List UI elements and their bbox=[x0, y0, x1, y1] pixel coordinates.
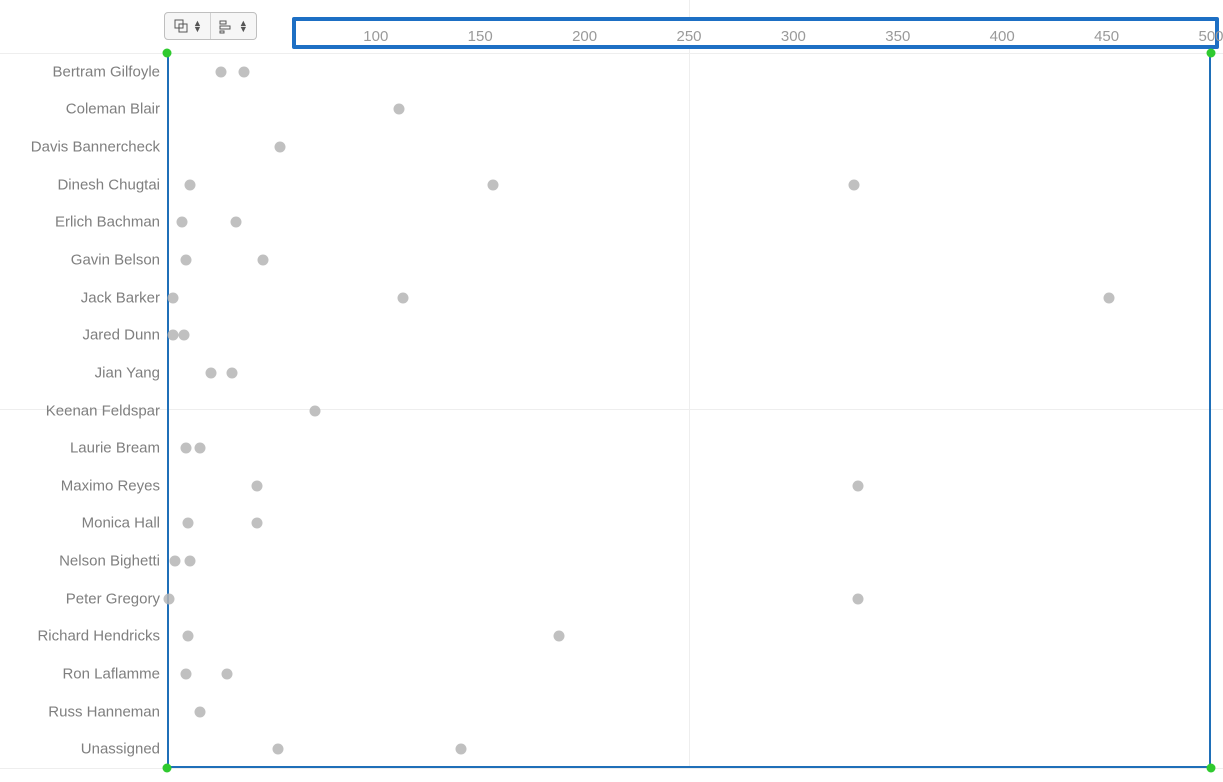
selection-handle-bl[interactable] bbox=[163, 764, 172, 773]
data-point[interactable] bbox=[170, 556, 181, 567]
data-point[interactable] bbox=[554, 631, 565, 642]
y-tick-davis-bannercheck: Davis Bannercheck bbox=[31, 139, 160, 156]
data-point[interactable] bbox=[310, 405, 321, 416]
selection-handle-tr[interactable] bbox=[1207, 49, 1216, 58]
y-tick-nelson-bighetti: Nelson Bighetti bbox=[59, 553, 160, 570]
data-point[interactable] bbox=[487, 179, 498, 190]
y-tick-jared-dunn: Jared Dunn bbox=[82, 327, 160, 344]
y-tick-richard-hendricks: Richard Hendricks bbox=[37, 628, 160, 645]
data-point[interactable] bbox=[195, 443, 206, 454]
y-tick-jack-barker: Jack Barker bbox=[81, 289, 160, 306]
caret-icon: ▲▼ bbox=[193, 20, 202, 32]
data-point[interactable] bbox=[176, 217, 187, 228]
x-tick-350: 350 bbox=[885, 28, 910, 45]
x-tick-100: 100 bbox=[363, 28, 388, 45]
y-tick-laurie-bream: Laurie Bream bbox=[70, 440, 160, 457]
y-tick-gavin-belson: Gavin Belson bbox=[71, 251, 160, 268]
data-point[interactable] bbox=[164, 593, 175, 604]
data-point[interactable] bbox=[168, 292, 179, 303]
y-tick-jian-yang: Jian Yang bbox=[95, 364, 160, 381]
data-point[interactable] bbox=[251, 480, 262, 491]
data-point[interactable] bbox=[853, 480, 864, 491]
data-point[interactable] bbox=[848, 179, 859, 190]
data-point[interactable] bbox=[251, 518, 262, 529]
data-point[interactable] bbox=[180, 443, 191, 454]
data-point[interactable] bbox=[272, 744, 283, 755]
y-tick-russ-hanneman: Russ Hanneman bbox=[48, 703, 160, 720]
data-point[interactable] bbox=[230, 217, 241, 228]
x-tick-300: 300 bbox=[781, 28, 806, 45]
data-point[interactable] bbox=[257, 254, 268, 265]
selection-handle-tl[interactable] bbox=[163, 49, 172, 58]
data-point[interactable] bbox=[1103, 292, 1114, 303]
data-point[interactable] bbox=[226, 367, 237, 378]
data-point[interactable] bbox=[180, 254, 191, 265]
x-tick-200: 200 bbox=[572, 28, 597, 45]
x-tick-500: 500 bbox=[1198, 28, 1223, 45]
data-point[interactable] bbox=[178, 330, 189, 341]
y-tick-bertram-gilfoyle: Bertram Gilfoyle bbox=[52, 63, 160, 80]
y-tick-maximo-reyes: Maximo Reyes bbox=[61, 477, 160, 494]
y-tick-ron-laflamme: Ron Laflamme bbox=[62, 665, 160, 682]
data-point[interactable] bbox=[222, 668, 233, 679]
x-tick-450: 450 bbox=[1094, 28, 1119, 45]
data-point[interactable] bbox=[182, 631, 193, 642]
plot-area[interactable] bbox=[167, 53, 1211, 768]
data-point[interactable] bbox=[397, 292, 408, 303]
caret-icon: ▲▼ bbox=[239, 20, 248, 32]
data-point[interactable] bbox=[168, 330, 179, 341]
y-tick-erlich-bachman: Erlich Bachman bbox=[55, 214, 160, 231]
y-tick-unassigned: Unassigned bbox=[81, 741, 160, 758]
layers-dropdown[interactable]: ▲▼ bbox=[165, 13, 211, 39]
selection-handle-br[interactable] bbox=[1207, 764, 1216, 773]
pill-toolbar: ▲▼ ▲▼ bbox=[164, 12, 257, 40]
y-tick-keenan-feldspar: Keenan Feldspar bbox=[46, 402, 160, 419]
data-point[interactable] bbox=[274, 142, 285, 153]
y-tick-dinesh-chugtai: Dinesh Chugtai bbox=[57, 176, 160, 193]
y-tick-peter-gregory: Peter Gregory bbox=[66, 590, 160, 607]
data-point[interactable] bbox=[393, 104, 404, 115]
data-point[interactable] bbox=[205, 367, 216, 378]
vgrid-250 bbox=[689, 0, 690, 766]
data-point[interactable] bbox=[456, 744, 467, 755]
data-point[interactable] bbox=[184, 556, 195, 567]
x-axis-selection[interactable] bbox=[292, 17, 1219, 49]
data-point[interactable] bbox=[182, 518, 193, 529]
data-point[interactable] bbox=[180, 668, 191, 679]
bar-chart-icon bbox=[219, 18, 235, 34]
hgrid bbox=[0, 768, 1223, 769]
y-tick-monica-hall: Monica Hall bbox=[82, 515, 160, 532]
x-tick-250: 250 bbox=[676, 28, 701, 45]
data-point[interactable] bbox=[853, 593, 864, 604]
data-point[interactable] bbox=[239, 66, 250, 77]
data-point[interactable] bbox=[184, 179, 195, 190]
x-tick-400: 400 bbox=[990, 28, 1015, 45]
data-point[interactable] bbox=[216, 66, 227, 77]
x-tick-150: 150 bbox=[468, 28, 493, 45]
barchart-dropdown[interactable]: ▲▼ bbox=[211, 13, 256, 39]
y-tick-coleman-blair: Coleman Blair bbox=[66, 101, 160, 118]
layers-icon bbox=[173, 18, 189, 34]
data-point[interactable] bbox=[195, 706, 206, 717]
chart-container: ▲▼ ▲▼ 100 150 200 250 300 350 400 450 500 Bertra… bbox=[0, 0, 1223, 782]
